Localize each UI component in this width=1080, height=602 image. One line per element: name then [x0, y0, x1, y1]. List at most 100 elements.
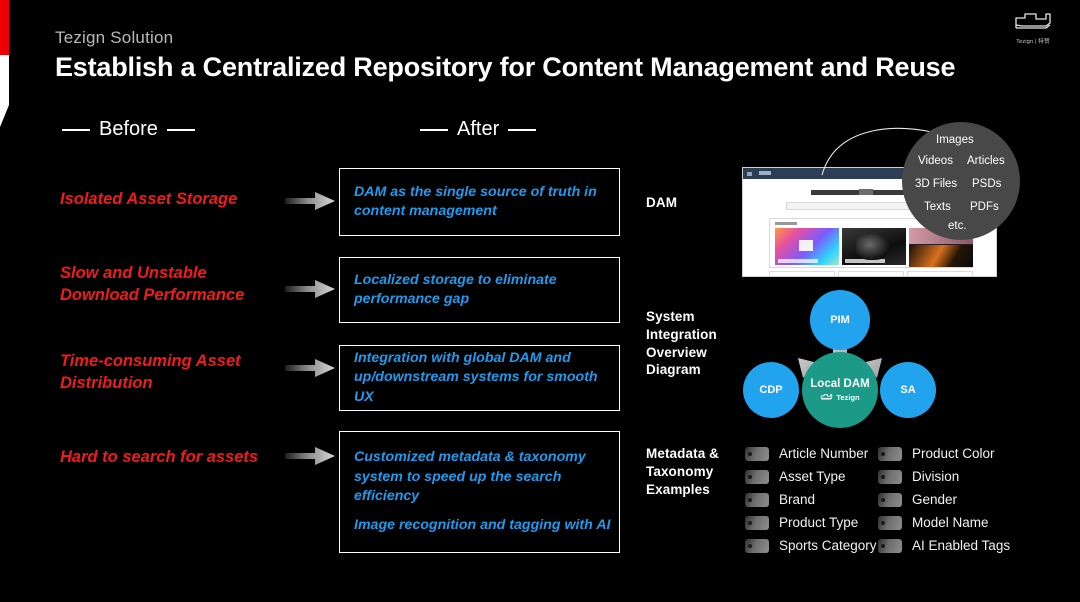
system-integration-diagram: PIM CDP SA Local DAM Tezign: [740, 290, 960, 435]
mock-card-row: [769, 271, 973, 277]
column-header-after-label: After: [457, 118, 500, 140]
mock-thumb-2: [842, 228, 906, 265]
arrow-right-icon-2: [285, 280, 335, 298]
mock-thumb-caption: [778, 259, 818, 263]
metadata-item[interactable]: Product Type: [745, 511, 877, 534]
dam-label: DAM: [646, 195, 678, 210]
diagram-node-cdp[interactable]: CDP: [743, 362, 799, 418]
tag-icon: [878, 515, 902, 530]
mock-card-title: [912, 276, 938, 277]
tag-icon: [745, 515, 769, 530]
diagram-node-pim[interactable]: PIM: [810, 290, 870, 350]
mock-thumb-1: [775, 228, 839, 265]
metadata-item[interactable]: Division: [878, 465, 1010, 488]
after-box-4-content: Customized metadata & taxonomy system to…: [340, 448, 619, 535]
before-item-4: Hard to search for assets: [60, 448, 259, 466]
after-box-2-line-1: Localized storage to eliminate performan…: [354, 271, 557, 307]
after-box-1-line-1: DAM as the single source of truth in con…: [354, 183, 597, 219]
tag-icon: [745, 492, 769, 507]
diagram-label: System Integration Overview Diagram: [646, 309, 717, 378]
metadata-label: Metadata & Taxonomy Examples: [646, 446, 720, 497]
tag-icon: [878, 492, 902, 507]
tag-icon: [878, 446, 902, 461]
before-item-1: Isolated Asset Storage: [60, 190, 238, 208]
after-box-3[interactable]: Integration with global DAM and up/downs…: [339, 345, 620, 411]
bubble-item-videos: Videos: [918, 155, 953, 167]
metadata-item[interactable]: Brand: [745, 488, 877, 511]
brand-logo: Tezign | 特赞: [1008, 10, 1058, 52]
rule-right-icon: [166, 128, 195, 131]
tag-icon: [878, 469, 902, 484]
metadata-item-label: Product Type: [779, 515, 859, 530]
mock-thumb-caption: [845, 259, 885, 263]
bubble-item-texts: Texts: [924, 201, 951, 213]
rule-left-icon: [420, 128, 448, 131]
tag-icon: [745, 469, 769, 484]
mock-thumb-4: [909, 245, 973, 267]
metadata-item-label: Article Number: [779, 446, 869, 461]
mock-welcome-chip: [858, 189, 873, 195]
after-box-2[interactable]: Localized storage to eliminate performan…: [339, 257, 620, 323]
metadata-item-label: Gender: [912, 492, 958, 507]
left-edge-decoration: [0, 0, 10, 130]
metadata-column-right: Product Color Division Gender Model Name…: [878, 442, 1010, 557]
metadata-item[interactable]: Article Number: [745, 442, 877, 465]
tezign-logo-icon: [1015, 13, 1051, 29]
metadata-item-label: Sports Category: [779, 538, 877, 553]
rule-left-icon: [62, 128, 90, 131]
diagram-node-pim-label: PIM: [830, 314, 850, 326]
metadata-column-left: Article Number Asset Type Brand Product …: [745, 442, 877, 557]
metadata-item-label: Model Name: [912, 515, 989, 530]
diagram-node-local-dam[interactable]: Local DAM Tezign: [802, 352, 878, 428]
edge-taper: [0, 105, 9, 127]
metadata-item[interactable]: AI Enabled Tags: [878, 534, 1010, 557]
after-box-1-content: DAM as the single source of truth in con…: [340, 183, 619, 222]
mock-panel-title: [775, 222, 797, 225]
after-box-1[interactable]: DAM as the single source of truth in con…: [339, 168, 620, 236]
metadata-item-label: AI Enabled Tags: [912, 538, 1011, 553]
diagram-node-sa-label: SA: [900, 384, 916, 396]
metadata-item[interactable]: Sports Category: [745, 534, 877, 557]
bubble-item-pdfs: PDFs: [970, 201, 999, 213]
after-box-3-content: Integration with global DAM and up/downs…: [340, 349, 619, 407]
diagram-node-local-dam-subtext: Tezign: [836, 393, 860, 402]
after-box-4-line-2: Image recognition and tagging with AI: [354, 517, 611, 534]
metadata-item-label: Brand: [779, 492, 816, 507]
metadata-item-label: Product Color: [912, 446, 995, 461]
metadata-item[interactable]: Asset Type: [745, 465, 877, 488]
mock-card: [769, 271, 835, 277]
diagram-node-sa[interactable]: SA: [880, 362, 936, 418]
metadata-item[interactable]: Model Name: [878, 511, 1010, 534]
slide-root: Tezign Solution Establish a Centralized …: [0, 0, 1080, 602]
diagram-node-cdp-label: CDP: [759, 384, 783, 396]
before-item-3: Time-consuming Asset Distribution: [60, 352, 241, 393]
after-box-4[interactable]: Customized metadata & taxonomy system to…: [339, 431, 620, 553]
file-types-bubble: Images Videos Articles 3D Files PSDs Tex…: [902, 122, 1020, 240]
tag-icon: [878, 538, 902, 553]
column-header-before: Before: [62, 118, 195, 141]
tezign-logo-icon: [821, 394, 833, 400]
mock-card: [907, 271, 973, 277]
tag-icon: [745, 538, 769, 553]
bubble-item-psds: PSDs: [972, 178, 1002, 190]
mock-brand-icon: [759, 171, 771, 175]
column-header-before-label: Before: [99, 118, 158, 140]
eyebrow-label: Tezign Solution: [55, 28, 174, 47]
after-box-2-content: Localized storage to eliminate performan…: [340, 271, 619, 310]
metadata-item-label: Division: [912, 469, 960, 484]
after-box-3-line-1: Integration with global DAM and up/downs…: [354, 350, 598, 405]
arrow-right-icon-4: [285, 447, 335, 465]
mock-card-title: [774, 276, 800, 277]
bubble-item-images: Images: [936, 134, 974, 146]
tag-icon: [745, 446, 769, 461]
edge-white-bar: [0, 55, 9, 105]
diagram-node-local-dam-sub: Tezign: [820, 393, 860, 402]
mock-menu-icon: [747, 171, 752, 176]
metadata-item[interactable]: Gender: [878, 488, 1010, 511]
metadata-item-label: Asset Type: [779, 469, 846, 484]
after-box-4-line-1: Customized metadata & taxonomy system to…: [354, 449, 586, 504]
metadata-item[interactable]: Product Color: [878, 442, 1010, 465]
mock-card: [838, 271, 904, 276]
bubble-item-etc: etc.: [948, 220, 967, 232]
before-item-2: Slow and Unstable Download Performance: [60, 264, 245, 305]
